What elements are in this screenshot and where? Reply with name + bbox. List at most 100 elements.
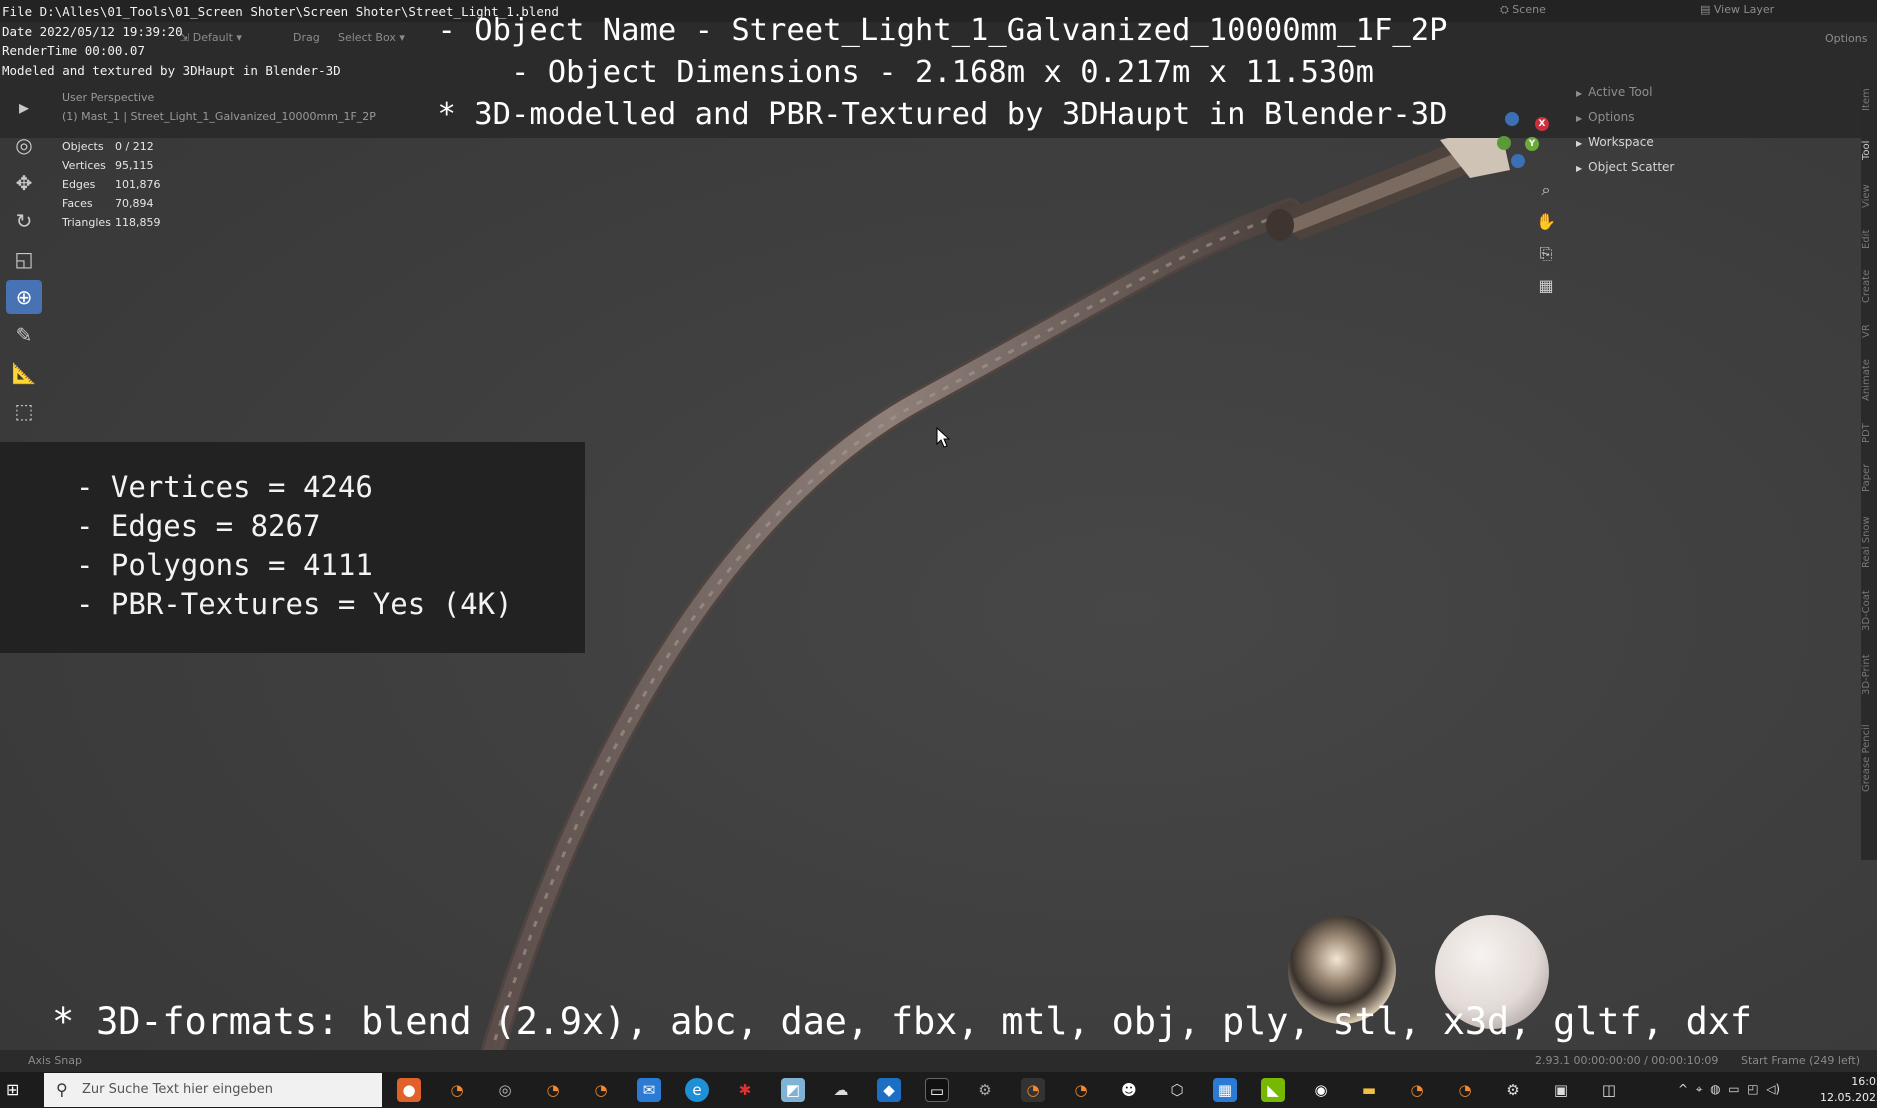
tab-tool[interactable]: Tool <box>1861 136 1877 164</box>
storage-icon[interactable]: ◰ <box>1747 1082 1758 1096</box>
tab-pdt[interactable]: PDT <box>1861 420 1877 446</box>
stat-row: Objects 0 / 212 <box>62 140 154 153</box>
axis-z-icon[interactable] <box>1505 112 1519 126</box>
tab-grease-pencil[interactable]: Grease Pencil <box>1861 716 1877 800</box>
app-icon[interactable]: ✱ <box>733 1078 757 1102</box>
blender-icon[interactable]: ◔ <box>541 1078 565 1102</box>
mouse-cursor-icon <box>936 427 950 448</box>
object-dimensions: - Object Dimensions - 2.168m x 0.217m x … <box>510 55 1375 90</box>
blender-icon[interactable]: ◔ <box>1405 1078 1429 1102</box>
axis-y-icon[interactable]: Y <box>1525 137 1539 151</box>
collapse-triangle-icon: ▶ <box>1576 114 1583 123</box>
windows-taskbar: ⊞ ⚲ Zur Suche Text hier eingeben ● ◔ ◎ ◔… <box>0 1072 1877 1108</box>
blender-icon[interactable]: ◔ <box>1069 1078 1093 1102</box>
axis-y-neg-icon[interactable] <box>1497 136 1511 150</box>
modelled-by-credit: * 3D-modelled and PBR-Textured by 3DHaup… <box>437 97 1448 132</box>
object-name: - Object Name - Street_Light_1_Galvanize… <box>437 13 1448 48</box>
scene-statistics: Objects 0 / 212 Vertices 95,115 Edges 101,8… <box>62 137 161 232</box>
search-icon: ⚲ <box>56 1080 68 1099</box>
transform-tool-icon[interactable]: ⊕ <box>6 280 42 314</box>
collapse-triangle-icon: ▶ <box>1576 89 1583 98</box>
folder-icon[interactable]: ▬ <box>1357 1078 1381 1102</box>
formats-caption: * 3D-formats: blend (2.9x), abc, dae, fb… <box>52 1000 1752 1043</box>
tab-item[interactable]: Item <box>1861 86 1877 114</box>
frame-info: Start Frame (249 left) <box>1741 1054 1861 1067</box>
tab-edit[interactable]: Edit <box>1861 225 1877 253</box>
perspective-label: User Perspective <box>62 91 155 104</box>
app-icon[interactable]: ☁ <box>829 1078 853 1102</box>
camera-view-icon[interactable]: ⎘ <box>1534 242 1558 266</box>
tab-3d-coat[interactable]: 3D-Coat <box>1861 586 1877 636</box>
tab-3d-print[interactable]: 3D-Print <box>1861 648 1877 702</box>
pole-arm <box>481 201 1299 1069</box>
panel-object-scatter[interactable]: ▶ Object Scatter <box>1566 155 1860 180</box>
stat-row: Vertices 95,115 <box>62 159 154 172</box>
rotate-tool-icon[interactable]: ↻ <box>6 204 42 238</box>
pan-hand-icon[interactable]: ✋ <box>1534 210 1558 234</box>
axis-z-neg-icon[interactable] <box>1511 154 1525 168</box>
tab-view[interactable]: View <box>1861 180 1877 212</box>
taskbar-clock[interactable]: 16:05 12.05.2022 <box>1820 1074 1877 1106</box>
polygons-count: - Polygons = 4111 <box>76 548 373 582</box>
panel-workspace[interactable]: ▶ Workspace <box>1566 130 1860 155</box>
tab-create[interactable]: Create <box>1861 265 1877 307</box>
blender-active-icon[interactable]: ◔ <box>1021 1078 1045 1102</box>
app-tray-icon[interactable]: ◍ <box>1710 1082 1720 1096</box>
select-tool-icon[interactable]: ▸ <box>6 90 42 124</box>
panel-options[interactable]: ▶ Options <box>1566 105 1860 130</box>
firefox-icon[interactable]: ● <box>397 1078 421 1102</box>
settings-icon[interactable]: ⚙ <box>1501 1078 1525 1102</box>
stat-row: Faces 70,894 <box>62 197 154 210</box>
options-button[interactable]: Options <box>1825 32 1867 45</box>
tab-paper[interactable]: Paper <box>1861 460 1877 496</box>
scale-tool-icon[interactable]: ◱ <box>6 242 42 276</box>
panel-active-tool[interactable]: ▶ Active Tool <box>1566 80 1860 105</box>
cursor-tool-icon[interactable]: ◎ <box>6 128 42 162</box>
app-icon[interactable]: ◉ <box>1309 1078 1333 1102</box>
blender-icon[interactable]: ◔ <box>445 1078 469 1102</box>
pole-shadow <box>478 198 1302 1072</box>
add-cube-tool-icon[interactable]: ⬚ <box>6 394 42 428</box>
status-bar: Axis Snap 2.93.1 00:00:00:00 / 00:00:10:… <box>0 1050 1877 1072</box>
app-icon[interactable]: ⚙ <box>973 1078 997 1102</box>
cube-icon[interactable]: ⬡ <box>1165 1078 1189 1102</box>
taskbar-search-input[interactable]: ⚲ Zur Suche Text hier eingeben <box>44 1073 382 1107</box>
terminal-icon[interactable]: ▭ <box>925 1078 949 1102</box>
network-icon[interactable]: ⌖ <box>1696 1082 1703 1096</box>
scene-selector[interactable]: ⛭ Scene <box>1500 3 1546 17</box>
volume-icon[interactable]: ◁) <box>1766 1082 1780 1096</box>
tab-animate[interactable]: Animate <box>1861 355 1877 405</box>
edges-count: - Edges = 8267 <box>76 509 321 543</box>
tab-vr[interactable]: VR <box>1861 320 1877 342</box>
tab-real-snow[interactable]: Real Snow <box>1861 510 1877 574</box>
collapse-triangle-icon: ▶ <box>1576 164 1583 173</box>
vertices-count: - Vertices = 4246 <box>76 470 373 504</box>
windows-start-icon[interactable]: ⊞ <box>6 1080 26 1100</box>
annotate-tool-icon[interactable]: ✎ <box>6 318 42 352</box>
app-icon[interactable]: ◆ <box>877 1078 901 1102</box>
app-icon[interactable]: ☻ <box>1117 1078 1141 1102</box>
app-icon[interactable]: ▣ <box>1549 1078 1573 1102</box>
measure-tool-icon[interactable]: 📐 <box>6 356 42 390</box>
move-tool-icon[interactable]: ✥ <box>6 166 42 200</box>
sidebar-panel: ▶ Active Tool ▶ Options ▶ Workspace ▶ Object… <box>1566 80 1860 180</box>
edge-icon[interactable]: e <box>685 1078 709 1102</box>
calendar-icon[interactable]: ▦ <box>1213 1078 1237 1102</box>
axis-x-icon[interactable]: X <box>1535 117 1549 131</box>
view-layer-selector[interactable]: ▤ View Layer <box>1700 3 1774 16</box>
layers-icon: ▤ <box>1700 3 1714 16</box>
axis-snap-hint: Axis Snap <box>28 1054 82 1067</box>
app-icon[interactable]: ◫ <box>1597 1078 1621 1102</box>
system-tray[interactable]: ^ ⌖ ◍ ▭ ◰ ◁) <box>1678 1082 1780 1097</box>
lamp-head <box>1266 125 1510 241</box>
app-icon[interactable]: ◩ <box>781 1078 805 1102</box>
nvidia-icon[interactable]: ◣ <box>1261 1078 1285 1102</box>
mail-icon[interactable]: ✉ <box>637 1078 661 1102</box>
blender-icon[interactable]: ◔ <box>589 1078 613 1102</box>
ortho-grid-icon[interactable]: ▦ <box>1534 274 1558 298</box>
zoom-icon[interactable]: ⌕ <box>1534 178 1558 202</box>
battery-icon[interactable]: ▭ <box>1728 1082 1739 1096</box>
chevron-up-icon[interactable]: ^ <box>1678 1082 1688 1096</box>
steam-icon[interactable]: ◎ <box>493 1078 517 1102</box>
blender-icon[interactable]: ◔ <box>1453 1078 1477 1102</box>
